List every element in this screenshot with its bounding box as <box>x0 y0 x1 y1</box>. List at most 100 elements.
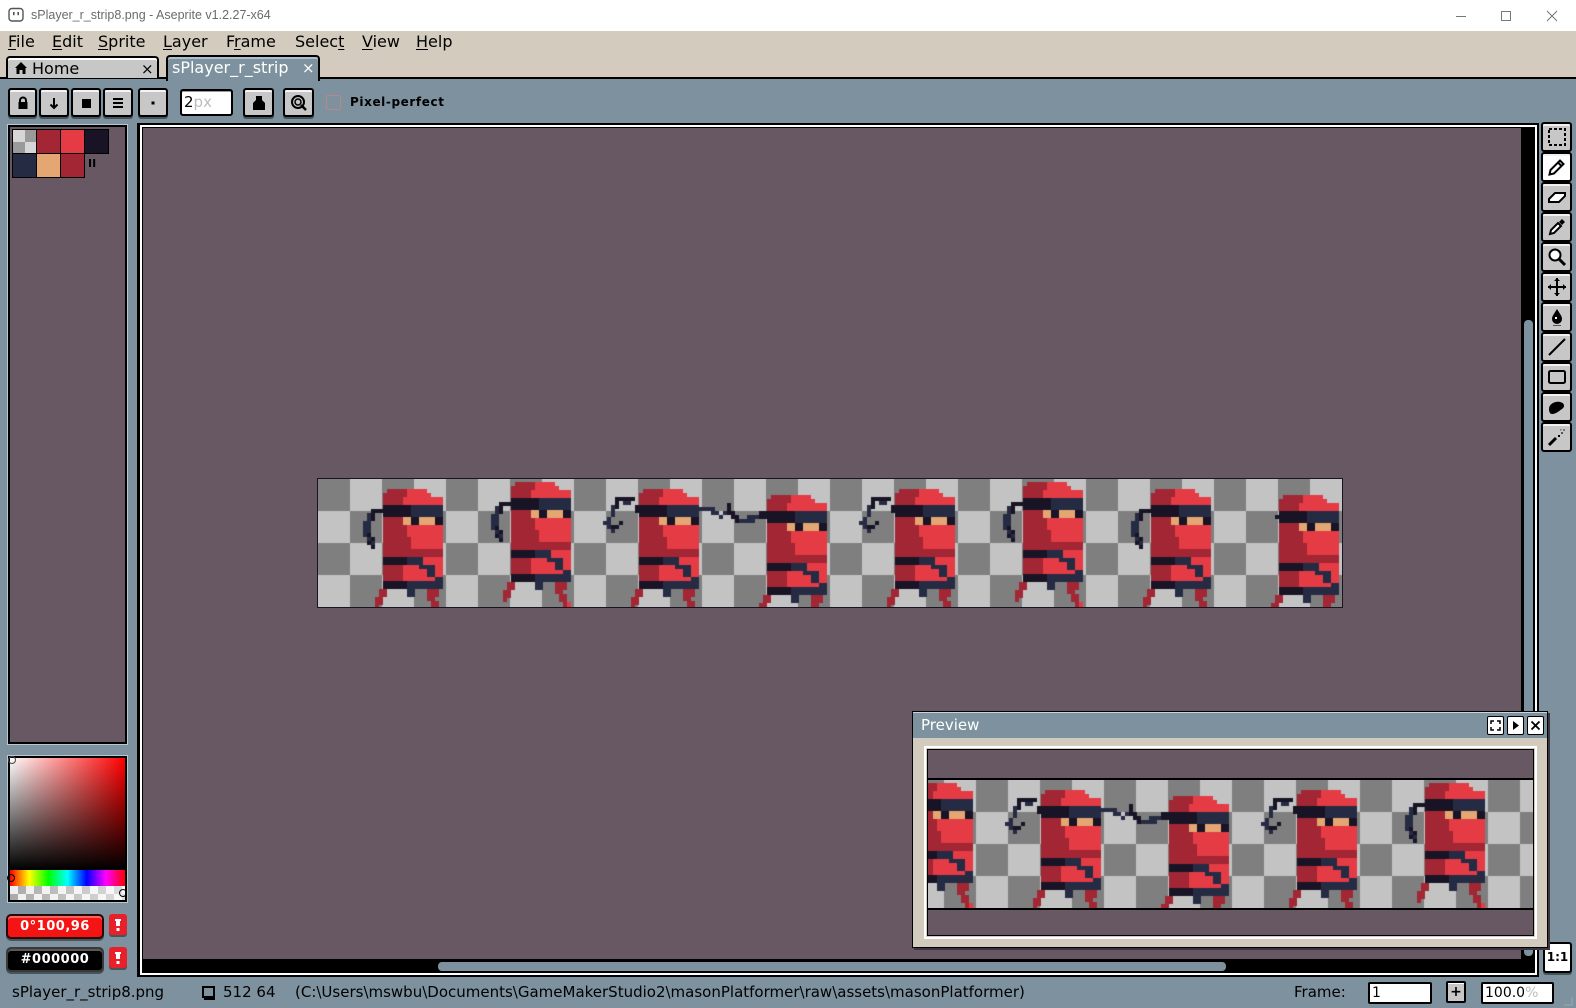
brush-size-input[interactable]: 2px <box>180 89 233 116</box>
zoom-unit: % <box>1525 985 1539 1001</box>
ink-icon <box>250 94 268 112</box>
menu-select[interactable]: Select <box>295 32 344 52</box>
preview-viewport[interactable] <box>927 749 1534 936</box>
alpha-slider[interactable] <box>10 886 125 900</box>
title-bar: sPlayer_r_strip8.png - Aseprite v1.2.27-… <box>0 0 1576 31</box>
menu-frame[interactable]: Frame <box>226 32 276 52</box>
hue-marker[interactable] <box>7 874 15 882</box>
saturation-value-area[interactable] <box>10 758 125 870</box>
tool-move[interactable] <box>1541 272 1572 302</box>
tab-home-label: Home <box>32 59 80 78</box>
spray-icon <box>1547 427 1567 447</box>
menu-help[interactable]: Help <box>416 32 452 52</box>
line-icon <box>1547 337 1567 357</box>
preview-title-bar[interactable]: Preview <box>913 712 1547 738</box>
maximize-icon <box>1500 10 1512 22</box>
dot-brush-icon <box>146 96 160 110</box>
dot-brush-button[interactable] <box>138 88 168 117</box>
status-filename: sPlayer_r_strip8.png <box>12 983 165 1001</box>
preview-viewport-frame <box>924 746 1537 939</box>
pressure-button[interactable] <box>283 88 314 117</box>
tab-home-close[interactable]: × <box>141 59 154 79</box>
alpha-marker[interactable] <box>119 889 127 897</box>
preview-canvas <box>928 780 1533 908</box>
play-icon <box>1510 720 1521 731</box>
maximize-button[interactable] <box>1483 0 1529 31</box>
preview-window: Preview <box>912 711 1548 948</box>
menu-layer[interactable]: Layer <box>163 32 208 52</box>
tab-sprite[interactable]: sPlayer_r_strip × <box>166 55 320 81</box>
tool-rectangle[interactable] <box>1541 362 1572 392</box>
palette-swatch[interactable] <box>37 154 61 178</box>
tab-sprite-close[interactable]: × <box>302 58 315 78</box>
zoom-value: 100.0 <box>1485 985 1526 1001</box>
close-icon <box>1546 10 1558 22</box>
palette-swatch[interactable] <box>13 154 37 178</box>
status-path: (C:\Users\mswbu\Documents\GameMakerStudi… <box>295 983 1025 1001</box>
paint-bucket-icon <box>1547 307 1567 327</box>
palette-swatch-transparent[interactable] <box>13 130 37 154</box>
tool-paint-bucket[interactable] <box>1541 302 1572 332</box>
sprite-size-icon <box>201 985 217 1001</box>
home-icon <box>14 61 28 75</box>
down-arrow-icon <box>47 96 61 110</box>
aseprite-icon <box>8 7 24 23</box>
sprite-strip[interactable] <box>317 478 1343 608</box>
preview-center-button[interactable] <box>1487 716 1504 735</box>
foreground-warning-button[interactable] <box>109 914 127 935</box>
status-sprite-size: 512 64 <box>223 983 276 1001</box>
lines-icon <box>111 96 125 110</box>
palette-swatch[interactable] <box>85 130 109 154</box>
tool-rectangular-marquee[interactable] <box>1541 122 1572 152</box>
tool-contour[interactable] <box>1541 392 1572 422</box>
sv-marker[interactable] <box>8 756 16 764</box>
close-window-button[interactable] <box>1529 0 1575 31</box>
menu-file[interactable]: File <box>8 32 35 52</box>
tool-line[interactable] <box>1541 332 1572 362</box>
tool-eraser[interactable] <box>1541 182 1572 212</box>
minimize-button[interactable] <box>1438 0 1484 31</box>
contour-icon <box>1547 397 1567 417</box>
frame-input[interactable]: 1 <box>1368 982 1432 1004</box>
pressure-icon <box>290 94 308 112</box>
tool-spray[interactable] <box>1541 422 1572 452</box>
background-color-field[interactable]: #000000 <box>6 947 104 972</box>
preview-play-button[interactable] <box>1507 716 1524 735</box>
preview-title: Preview <box>921 716 980 734</box>
brush-options-button[interactable] <box>103 88 133 117</box>
eyedropper-icon <box>1547 217 1567 237</box>
square-brush-icon <box>79 96 93 110</box>
palette-swatch[interactable] <box>37 130 61 154</box>
zoom-input[interactable]: 100.0% <box>1481 982 1554 1004</box>
tool-pencil[interactable] <box>1541 152 1572 182</box>
tool-eyedropper[interactable] <box>1541 212 1572 242</box>
resize-grip-icon[interactable] <box>1562 995 1574 1007</box>
menu-view[interactable]: View <box>362 32 400 52</box>
preview-close-button[interactable] <box>1527 716 1544 735</box>
ink-button[interactable] <box>243 88 274 117</box>
pixel-perfect-checkbox[interactable] <box>326 95 341 110</box>
sprite-canvas[interactable] <box>318 479 1342 607</box>
horizontal-scrollbar-thumb[interactable] <box>438 962 1226 971</box>
foreground-color-field[interactable]: 0°100,96 <box>6 914 104 939</box>
lock-icon <box>16 96 30 110</box>
hue-slider[interactable] <box>10 870 125 886</box>
square-brush-button[interactable] <box>71 88 101 117</box>
palette-swatch[interactable] <box>61 130 85 154</box>
center-icon <box>1490 720 1501 731</box>
brush-down-button[interactable] <box>39 88 69 117</box>
tool-zoom[interactable] <box>1541 242 1572 272</box>
frame-label: Frame: <box>1294 983 1346 1001</box>
lock-button[interactable] <box>8 88 37 117</box>
palette-resize-handle[interactable]: II <box>88 157 96 170</box>
menu-edit[interactable]: Edit <box>52 32 83 52</box>
menu-sprite[interactable]: Sprite <box>98 32 145 52</box>
add-frame-button[interactable]: + <box>1446 981 1466 1003</box>
background-warning-button[interactable] <box>109 947 127 968</box>
palette-swatch[interactable] <box>61 154 85 178</box>
minimize-icon <box>1455 10 1467 22</box>
pixel-perfect-label: Pixel-perfect <box>350 95 445 109</box>
tab-home[interactable]: Home × <box>6 56 159 78</box>
rectangular-marquee-icon <box>1547 127 1567 147</box>
preview-strip <box>928 778 1533 910</box>
